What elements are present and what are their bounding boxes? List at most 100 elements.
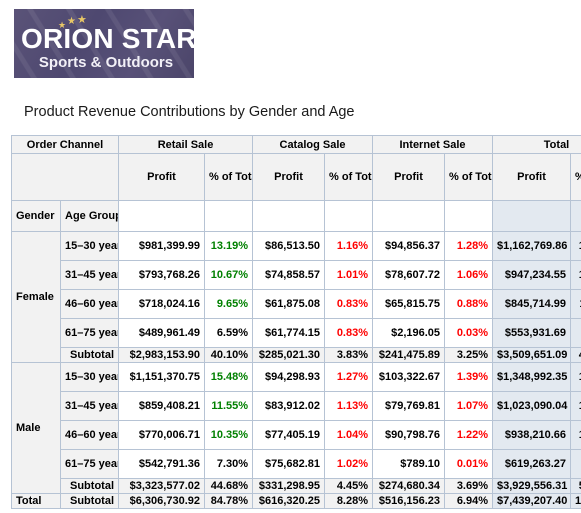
- total-profit-value: $1,162,769.86: [492, 231, 572, 261]
- table-head: Order Channel Retail Sale Catalog Sale I…: [11, 135, 581, 232]
- total-pct-value: 15.63%: [570, 231, 581, 261]
- retail-profit-value: $542,791.36: [118, 449, 205, 479]
- retail-profit-value: $981,399.99: [118, 231, 205, 261]
- catalog-pct-subtotal: 3.83%: [324, 347, 374, 363]
- total-profit-value: $1,348,992.35: [492, 362, 572, 392]
- age-group-label: 31–45 years: [60, 391, 119, 421]
- catalog-profit-value: $77,405.19: [252, 420, 326, 450]
- catalog-profit-value: $74,858.57: [252, 260, 326, 290]
- subtotal-label: Subtotal: [60, 347, 119, 363]
- catalog-pct-value: 1.04%: [324, 420, 374, 450]
- internet-profit-grand-total: $516,156.23: [372, 493, 446, 509]
- measure-header-row: Profit % of Total Profit Profit % of Tot…: [11, 153, 581, 201]
- table-row: Female15–30 years$981,399.9913.19%$86,51…: [11, 231, 581, 363]
- axis-spacer-internet-profit: [372, 200, 446, 232]
- table-row: 46–60 years$718,024.169.65%$61,875.080.8…: [12, 289, 581, 319]
- retail-profit-grand-total: $6,306,730.92: [118, 493, 205, 509]
- total-profit-value: $938,210.66: [492, 420, 572, 450]
- table-row: Male15–30 years$1,151,370.7515.48%$94,29…: [11, 362, 581, 494]
- table-row: 31–45 years$859,408.2111.55%$83,912.021.…: [12, 391, 581, 421]
- retail-profit-value: $793,768.26: [118, 260, 205, 290]
- age-group-label: 15–30 years: [60, 231, 119, 261]
- total-profit-value: $619,263.27: [492, 449, 572, 479]
- grand-total-row: Total Subtotal $6,306,730.92 84.78% $616,320…: [11, 493, 581, 509]
- retail-pct-value: 10.67%: [203, 260, 254, 290]
- catalog-profit-value: $61,875.08: [252, 289, 326, 319]
- total-profit-value: $845,714.99: [492, 289, 572, 319]
- retail-pct-grand-total: 84.78%: [203, 493, 254, 509]
- gender-label-female: Female: [11, 231, 61, 363]
- retail-profit-value: $1,151,370.75: [118, 362, 205, 392]
- retail-pct-subtotal: 44.68%: [203, 478, 254, 494]
- catalog-profit-value: $61,774.15: [252, 318, 326, 348]
- measure-header-retail-pct: % of Total Profit: [203, 153, 254, 201]
- internet-profit-subtotal: $241,475.89: [372, 347, 446, 363]
- axis-spacer-retail-pct: [203, 200, 254, 232]
- total-pct-value: 12.61%: [570, 420, 581, 450]
- retail-pct-value: 13.19%: [203, 231, 254, 261]
- internet-pct-value: 0.01%: [444, 449, 494, 479]
- internet-pct-value: 1.07%: [444, 391, 494, 421]
- catalog-pct-grand-total: 8.28%: [324, 493, 374, 509]
- retail-profit-value: $770,006.71: [118, 420, 205, 450]
- internet-pct-subtotal: 3.69%: [444, 478, 494, 494]
- total-pct-value: 7.45%: [570, 318, 581, 348]
- catalog-profit-value: $94,298.93: [252, 362, 326, 392]
- retail-profit-subtotal: $3,323,577.02: [118, 478, 205, 494]
- axis-header-row: Gender Age Group: [11, 200, 581, 232]
- orion-star-logo: ★ ★ ★ ORION STAR Sports & Outdoors: [14, 9, 194, 78]
- catalog-pct-value: 0.83%: [324, 289, 374, 319]
- internet-pct-value: 1.39%: [444, 362, 494, 392]
- channel-header-internet: Internet Sale: [372, 135, 494, 154]
- internet-pct-value: 1.28%: [444, 231, 494, 261]
- total-profit-value: $947,234.55: [492, 260, 572, 290]
- catalog-pct-value: 1.02%: [324, 449, 374, 479]
- measure-header-spacer: [11, 153, 119, 201]
- axis-header-age-group: Age Group: [60, 200, 119, 232]
- catalog-pct-value: 0.83%: [324, 318, 374, 348]
- measure-header-retail-profit: Profit: [118, 153, 205, 201]
- retail-pct-value: 11.55%: [203, 391, 254, 421]
- total-profit-grand-total: $7,439,207.40: [492, 493, 572, 509]
- channel-header-total: Total: [492, 135, 581, 154]
- internet-profit-value: $94,856.37: [372, 231, 446, 261]
- logo-title: ORION STAR: [21, 23, 194, 54]
- grand-total-label: Total: [11, 493, 61, 509]
- measure-header-total-pct: % of Total Profit: [570, 153, 581, 201]
- table-row: 46–60 years$770,006.7110.35%$77,405.191.…: [12, 420, 581, 450]
- total-profit-subtotal: $3,929,556.31: [492, 478, 572, 494]
- catalog-pct-value: 1.01%: [324, 260, 374, 290]
- subtotal-label: Subtotal: [60, 478, 119, 494]
- catalog-pct-value: 1.16%: [324, 231, 374, 261]
- channel-header-catalog: Catalog Sale: [252, 135, 374, 154]
- measure-header-internet-profit: Profit: [372, 153, 446, 201]
- total-pct-grand-total: 100.00%: [570, 493, 581, 509]
- age-group-label: 61–75 years: [60, 449, 119, 479]
- retail-pct-subtotal: 40.10%: [203, 347, 254, 363]
- measure-header-catalog-profit: Profit: [252, 153, 326, 201]
- internet-profit-value: $2,196.05: [372, 318, 446, 348]
- total-pct-value: 8.32%: [570, 449, 581, 479]
- catalog-pct-value: 1.13%: [324, 391, 374, 421]
- axis-spacer-retail-profit: [118, 200, 205, 232]
- retail-pct-value: 7.30%: [203, 449, 254, 479]
- catalog-pct-value: 1.27%: [324, 362, 374, 392]
- logo-subtitle: Sports & Outdoors: [38, 54, 174, 71]
- total-pct-subtotal: 52.82%: [570, 478, 581, 494]
- axis-spacer-total-profit: [492, 200, 572, 232]
- measure-header-total-profit: Profit: [492, 153, 572, 201]
- axis-spacer-catalog-profit: [252, 200, 326, 232]
- retail-profit-value: $859,408.21: [118, 391, 205, 421]
- subtotal-row-male: Subtotal $3,323,577.02 44.68% $331,298.95 4.…: [12, 478, 581, 494]
- age-group-label: 61–75 years: [60, 318, 119, 348]
- internet-pct-value: 1.22%: [444, 420, 494, 450]
- age-group-label: 46–60 years: [60, 289, 119, 319]
- axis-header-gender: Gender: [11, 200, 61, 232]
- catalog-pct-subtotal: 4.45%: [324, 478, 374, 494]
- total-pct-value: 18.13%: [570, 362, 581, 392]
- gender-label-male: Male: [11, 362, 61, 494]
- table-body: Female15–30 years$981,399.9913.19%$86,51…: [11, 231, 581, 509]
- total-pct-value: 13.75%: [570, 391, 581, 421]
- corner-header-order-channel: Order Channel: [11, 135, 119, 154]
- grand-total-subtotal-label: Subtotal: [60, 493, 119, 509]
